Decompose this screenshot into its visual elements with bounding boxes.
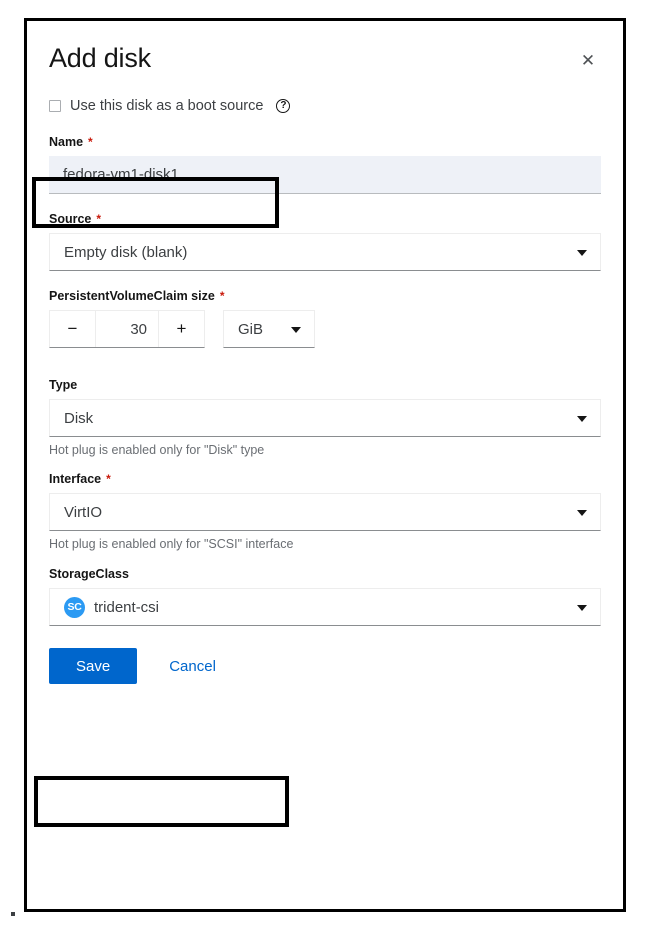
pvc-size-row: − 30 + GiB (49, 310, 601, 348)
field-source: Source * Empty disk (blank) (49, 212, 601, 271)
save-button[interactable]: Save (49, 648, 137, 684)
chevron-down-icon (577, 605, 587, 611)
source-label: Source * (49, 212, 601, 226)
add-disk-dialog: Add disk ✕ Use this disk as a boot sourc… (24, 18, 626, 912)
storage-class-select-value: SC trident-csi (64, 597, 159, 618)
field-name: Name * fedora-vm1-disk1 (49, 135, 601, 194)
chevron-down-icon (577, 250, 587, 256)
interface-label-text: Interface (49, 472, 101, 486)
type-select-value: Disk (64, 410, 93, 427)
stray-dot (11, 912, 15, 916)
interface-select[interactable]: VirtIO (49, 493, 601, 531)
field-storage-class: StorageClass SC trident-csi (49, 567, 601, 626)
quantity-stepper: − 30 + (49, 310, 205, 348)
pvc-size-input[interactable]: 30 (96, 311, 158, 347)
name-input[interactable]: fedora-vm1-disk1 (49, 156, 601, 194)
storage-class-label: StorageClass (49, 567, 601, 581)
chevron-down-icon (577, 510, 587, 516)
page-title: Add disk (49, 41, 601, 75)
dialog-footer: Save Cancel (49, 648, 601, 684)
required-asterisk: * (220, 289, 225, 303)
increment-button[interactable]: + (158, 311, 204, 347)
boot-source-checkbox[interactable] (49, 100, 61, 112)
type-helper-text: Hot plug is enabled only for "Disk" type (49, 443, 601, 457)
source-label-text: Source (49, 212, 91, 226)
name-label-text: Name (49, 135, 83, 149)
interface-label: Interface * (49, 472, 601, 486)
pvc-size-label-text: PersistentVolumeClaim size (49, 289, 215, 303)
question-circle-icon[interactable]: ? (276, 99, 290, 113)
pvc-size-unit-value: GiB (238, 321, 263, 338)
cancel-button[interactable]: Cancel (163, 657, 222, 676)
dialog-header: Add disk ✕ (49, 41, 601, 87)
required-asterisk: * (88, 135, 93, 149)
interface-helper-text: Hot plug is enabled only for "SCSI" inte… (49, 537, 601, 551)
required-asterisk: * (96, 212, 101, 226)
field-type: Type Disk Hot plug is enabled only for "… (49, 378, 601, 457)
storage-class-label-text: StorageClass (49, 567, 129, 581)
dialog-body: Add disk ✕ Use this disk as a boot sourc… (27, 21, 623, 909)
close-icon[interactable]: ✕ (577, 49, 599, 71)
field-interface: Interface * VirtIO Hot plug is enabled o… (49, 472, 601, 551)
source-select-value: Empty disk (blank) (64, 244, 187, 261)
type-select[interactable]: Disk (49, 399, 601, 437)
name-label: Name * (49, 135, 601, 149)
pvc-size-unit-select[interactable]: GiB (223, 310, 315, 348)
required-asterisk: * (106, 472, 111, 486)
storage-class-select[interactable]: SC trident-csi (49, 588, 601, 626)
type-label-text: Type (49, 378, 77, 392)
boot-source-label[interactable]: Use this disk as a boot source (70, 98, 263, 114)
storage-class-value-text: trident-csi (94, 599, 159, 616)
decrement-button[interactable]: − (50, 311, 96, 347)
source-select[interactable]: Empty disk (blank) (49, 233, 601, 271)
chevron-down-icon (291, 327, 301, 333)
storage-class-badge: SC (64, 597, 85, 618)
interface-select-value: VirtIO (64, 504, 102, 521)
screenshot-root: Add disk ✕ Use this disk as a boot sourc… (0, 0, 660, 936)
pvc-size-label: PersistentVolumeClaim size * (49, 289, 601, 303)
field-pvc-size: PersistentVolumeClaim size * − 30 + GiB (49, 289, 601, 348)
boot-source-row: Use this disk as a boot source ? (49, 95, 601, 117)
chevron-down-icon (577, 416, 587, 422)
type-label: Type (49, 378, 601, 392)
